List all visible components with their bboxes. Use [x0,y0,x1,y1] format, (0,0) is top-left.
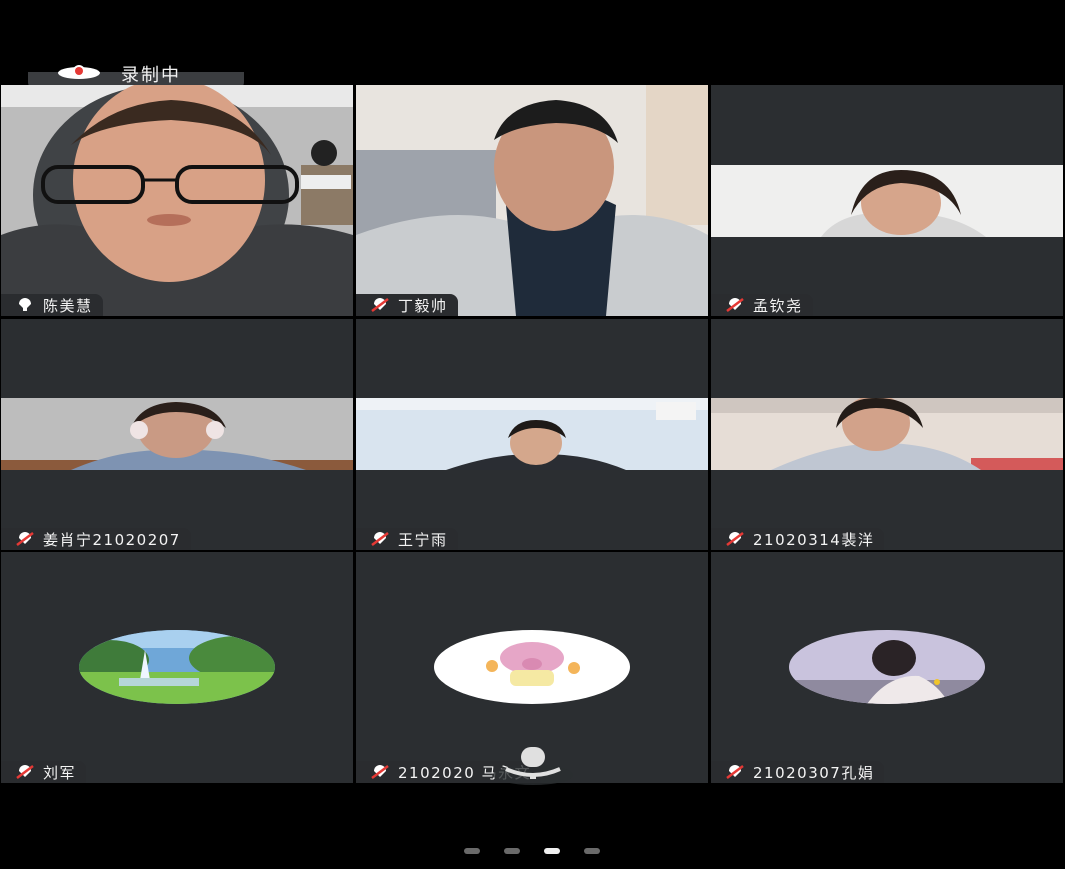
participant-name: 陈美慧 [43,296,93,315]
page-indicator [462,845,602,857]
participant-nametag: 丁毅帅 [356,294,458,316]
video-feed [1,85,353,316]
participant-name: 丁毅帅 [398,296,448,315]
fountain-park-avatar [79,630,275,704]
mic-on-icon [19,298,31,311]
participant-tile[interactable]: 丁毅帅 [356,85,708,316]
video-feed [1,398,353,470]
video-feed [356,85,708,316]
participant-nametag: 孟钦尧 [711,294,813,316]
participant-nametag: 刘军 [1,761,87,783]
participant-tile[interactable]: 21020314裴洋 [711,319,1063,550]
recording-label: 录制中 [121,65,181,86]
page-dot[interactable] [584,848,600,854]
pig-cartoon-avatar [434,630,630,704]
participant-nametag: 姜肖宁21020207 [1,528,191,550]
participant-name: 孟钦尧 [753,296,803,315]
participant-nametag: 王宁雨 [356,528,458,550]
participant-tile[interactable]: 孟钦尧 [711,85,1063,316]
participant-tile[interactable]: 21020307孔娟 [711,552,1063,783]
mic-muted-icon [726,532,744,546]
participant-tile[interactable]: 王宁雨 [356,319,708,550]
participant-tile[interactable]: 姜肖宁21020207 [1,319,353,550]
recording-cloud-icon [58,65,100,79]
participant-tile[interactable]: 陈美慧 [1,85,353,316]
participant-avatar [79,630,275,704]
girl-photo-avatar [789,630,985,704]
participant-nametag: 21020314裴洋 [711,528,885,550]
mic-muted-icon [16,765,34,779]
participant-tile[interactable]: 刘军 [1,552,353,783]
mic-muted-icon [371,765,389,779]
page-dot[interactable] [504,848,520,854]
mic-muted-icon [16,532,34,546]
participant-name: 王宁雨 [398,530,448,549]
participant-avatar [434,630,630,704]
video-feed [711,398,1063,470]
video-feed [711,165,1063,237]
video-feed [356,398,708,470]
participant-nametag: 陈美慧 [1,294,103,316]
page-dot-active[interactable] [544,848,560,854]
mic-muted-icon [726,298,744,312]
mic-muted-icon [371,532,389,546]
mic-muted-icon [371,298,389,312]
participant-name: 刘军 [43,763,77,782]
participant-nametag: 21020307孔娟 [711,761,885,783]
participant-name: 姜肖宁21020207 [43,530,181,549]
page-dot[interactable] [464,848,480,854]
participant-name: 21020314裴洋 [753,530,875,549]
mic-muted-icon [726,765,744,779]
participant-avatar [789,630,985,704]
microphone-icon[interactable] [490,745,576,785]
participant-name: 21020307孔娟 [753,763,875,782]
video-grid: 陈美慧 丁毅帅 孟钦尧 姜肖宁21020207 王宁雨 21020314裴洋 刘… [0,85,1065,785]
